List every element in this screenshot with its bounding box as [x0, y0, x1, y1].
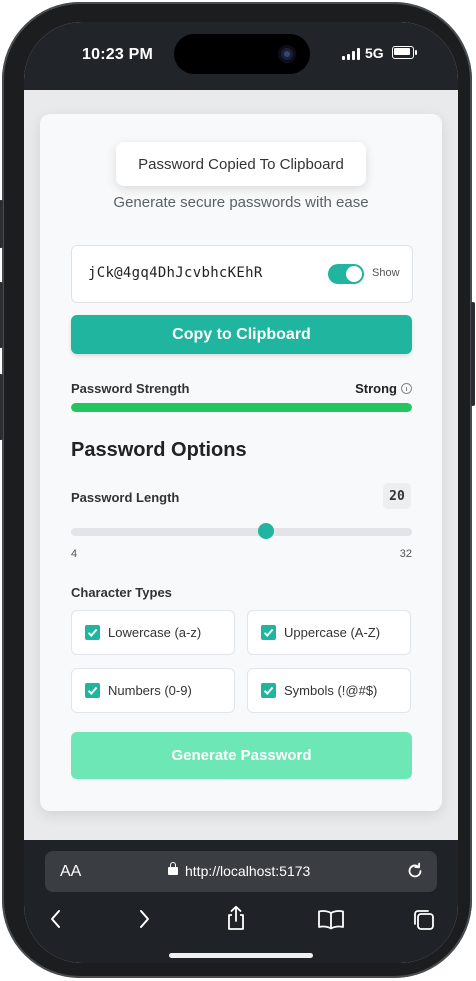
phone-frame: 10:23 PM 5G Password Copied To Clipboard…	[0, 2, 475, 978]
home-indicator	[169, 953, 313, 958]
address-bar[interactable]: AA http://localhost:5173	[45, 851, 437, 892]
reload-icon[interactable]	[405, 861, 425, 886]
symbols-checkbox[interactable]	[261, 683, 276, 698]
strength-meter-fill	[71, 403, 412, 412]
camera-icon	[278, 45, 296, 63]
password-display: jCk@4gq4DhJcvbhcKEhR Show	[71, 245, 413, 303]
generator-card: Password Copied To Clipboard Generate se…	[40, 114, 442, 811]
network-type: 5G	[365, 45, 384, 61]
back-icon[interactable]	[48, 908, 64, 935]
signal-icon	[342, 48, 362, 60]
numbers-label: Numbers (0-9)	[108, 683, 192, 698]
tabs-icon[interactable]	[412, 908, 436, 937]
symbols-label: Symbols (!@#$)	[284, 683, 378, 698]
app-subtitle: Generate secure passwords with ease	[113, 194, 369, 211]
bookmarks-icon[interactable]	[317, 908, 345, 935]
length-value: 20	[383, 483, 411, 509]
lowercase-option[interactable]: Lowercase (a-z)	[71, 610, 235, 655]
uppercase-label: Uppercase (A-Z)	[284, 625, 381, 640]
length-label: Password Length	[71, 490, 180, 505]
page-content: Password Copied To Clipboard Generate se…	[24, 90, 458, 840]
toggle-knob	[346, 266, 362, 282]
password-value[interactable]: jCk@4gq4DhJcvbhcKEhR	[88, 265, 263, 281]
show-password-toggle[interactable]	[328, 264, 364, 284]
url-text[interactable]: http://localhost:5173	[185, 863, 310, 879]
uppercase-checkbox[interactable]	[261, 625, 276, 640]
strength-meter	[71, 403, 412, 412]
browser-toolbar: AA http://localhost:5173	[24, 840, 458, 963]
length-min-label: 4	[71, 548, 78, 560]
status-bar: 10:23 PM 5G	[24, 22, 458, 90]
character-types-title: Character Types	[71, 585, 172, 600]
length-max-label: 32	[399, 548, 412, 560]
share-icon[interactable]	[224, 905, 248, 936]
action-button	[0, 200, 3, 248]
show-label: Show	[372, 267, 400, 279]
length-slider[interactable]	[71, 528, 412, 536]
dynamic-island	[174, 34, 310, 74]
volume-up-button	[0, 282, 3, 348]
strength-value: Strong	[355, 381, 397, 396]
lowercase-label: Lowercase (a-z)	[108, 625, 202, 640]
copy-to-clipboard-button[interactable]: Copy to Clipboard	[71, 315, 412, 354]
status-time: 10:23 PM	[82, 46, 153, 63]
text-size-button[interactable]: AA	[60, 863, 81, 881]
copied-toast: Password Copied To Clipboard	[116, 142, 366, 186]
numbers-checkbox[interactable]	[85, 683, 100, 698]
lowercase-checkbox[interactable]	[85, 625, 100, 640]
options-title: Password Options	[71, 439, 247, 461]
symbols-option[interactable]: Symbols (!@#$)	[247, 668, 411, 713]
lock-icon	[168, 862, 178, 875]
numbers-option[interactable]: Numbers (0-9)	[71, 668, 235, 713]
power-button	[471, 302, 475, 406]
battery-icon	[392, 46, 417, 59]
length-slider-thumb[interactable]	[257, 523, 274, 539]
info-icon[interactable]	[401, 383, 412, 394]
screen: 10:23 PM 5G Password Copied To Clipboard…	[24, 22, 458, 963]
strength-label: Password Strength	[71, 381, 190, 396]
volume-down-button	[0, 374, 3, 440]
uppercase-option[interactable]: Uppercase (A-Z)	[247, 610, 411, 655]
generate-password-button[interactable]: Generate Password	[71, 732, 412, 779]
forward-icon[interactable]	[136, 908, 152, 935]
